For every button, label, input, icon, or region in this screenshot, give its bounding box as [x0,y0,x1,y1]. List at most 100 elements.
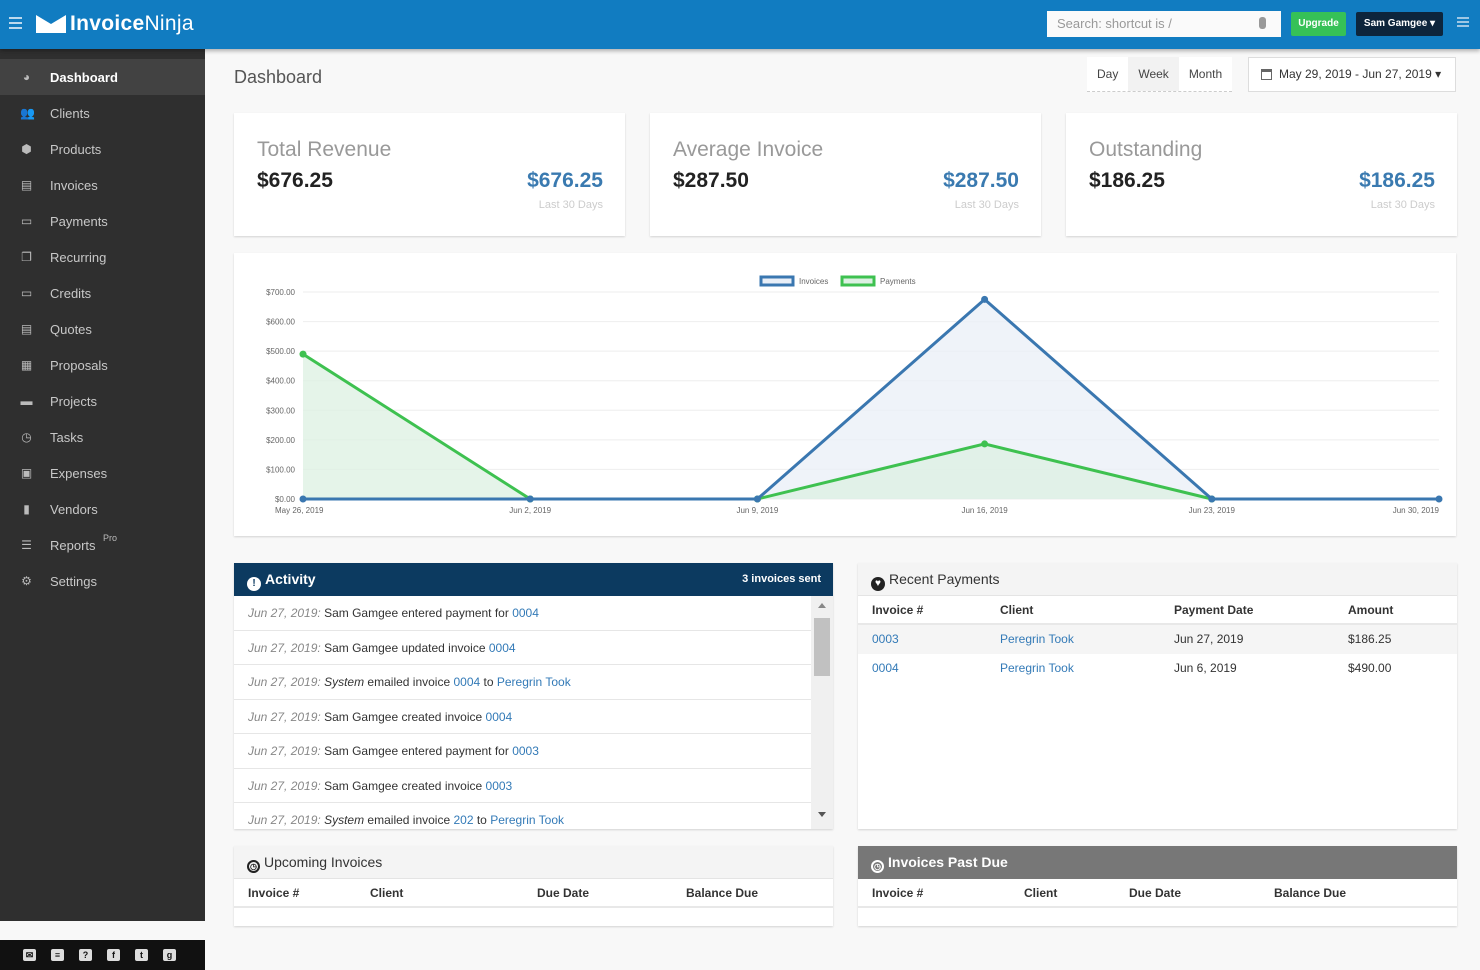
activity-actor: System [324,813,365,827]
sidebar-item-quotes[interactable]: ▤ Quotes [0,311,205,347]
clock-icon: ◷ [871,860,884,873]
range-month-button[interactable]: Month [1179,57,1232,91]
column-header[interactable]: Due Date [1129,886,1181,900]
invoices-past-due-header: ◷ Invoices Past Due [858,846,1457,879]
sidebar-toggle-icon[interactable] [9,17,22,29]
invoice-link[interactable]: 0004 [512,606,539,620]
client-link[interactable]: Peregrin Took [1000,632,1074,646]
pro-badge: Pro [103,533,118,543]
invoices-past-due-panel: ◷ Invoices Past Due Invoice # Client Due … [858,846,1457,926]
column-header[interactable]: Invoice # [248,886,299,900]
client-link[interactable]: Peregrin Took [1000,661,1074,675]
invoice-icon: ▤ [20,178,33,192]
sidebar-item-invoices[interactable]: ▤ Invoices [0,167,205,203]
column-header[interactable]: Client [370,886,403,900]
sidebar-item-label: Recurring [50,249,107,265]
range-week-button[interactable]: Week [1128,57,1179,91]
activity-scrollbar[interactable] [811,596,833,829]
stat-title: Average Invoice [673,138,824,161]
column-header[interactable]: Invoice # [872,603,923,617]
user-menu-button[interactable]: Sam Gamgee ▾ [1356,12,1443,36]
question-icon[interactable]: ? [79,949,92,961]
invoice-link[interactable]: 202 [453,813,473,827]
stat-subtitle: Last 30 Days [538,199,603,211]
column-header[interactable]: Invoice # [872,886,923,900]
clock-icon: ◷ [247,860,260,873]
column-header[interactable]: Amount [1348,603,1393,617]
column-header[interactable]: Client [1000,603,1033,617]
scroll-down-icon[interactable] [818,812,826,817]
invoice-link[interactable]: 0003 [512,744,539,758]
envelope-icon[interactable]: ✉ [23,949,36,961]
range-day-button[interactable]: Day [1087,57,1128,91]
activity-actor: Sam Gamgee [324,606,399,620]
app-logo[interactable]: InvoiceNinja [36,12,194,36]
sidebar-item-clients[interactable]: 👥 Clients [0,95,205,131]
y-tick-label: $0.00 [275,495,296,504]
legend-label: Payments [880,277,916,286]
sidebar-item-expenses[interactable]: ▣ Expenses [0,455,205,491]
client-link[interactable]: Peregrin Took [490,813,564,827]
sidebar-item-proposals[interactable]: ▦ Proposals [0,347,205,383]
sidebar-item-projects[interactable]: ▬ Projects [0,383,205,419]
activity-text: created invoice [398,778,486,793]
payment-amount: $490.00 [1348,661,1392,675]
activity-date: Jun 27, 2019: [248,640,321,655]
column-header[interactable]: Due Date [537,886,589,900]
facebook-icon[interactable]: f [107,949,120,961]
column-header[interactable]: Balance Due [1274,886,1346,900]
microphone-icon[interactable] [1259,17,1266,29]
invoice-link[interactable]: 0004 [489,641,516,655]
sidebar-item-credits[interactable]: ▭ Credits [0,275,205,311]
invoice-link[interactable]: 0003 [486,779,513,793]
sidebar-item-label: Settings [50,573,97,589]
sidebar-item-payments[interactable]: ▭ Payments [0,203,205,239]
date-range-picker[interactable]: May 29, 2019 - Jun 27, 2019 ▾ [1248,57,1456,92]
past-due-table-header: Invoice # Client Due Date Balance Due [858,879,1457,908]
column-header[interactable]: Client [1024,886,1057,900]
twitter-icon[interactable]: t [135,949,148,961]
invoice-link[interactable]: 0004 [872,661,899,675]
invoice-link[interactable]: 0004 [453,675,480,689]
activity-text: updated invoice [398,640,489,655]
sidebar-item-vendors[interactable]: ▮ Vendors [0,491,205,527]
invoice-link[interactable]: 0004 [486,710,513,724]
upcoming-table-header: Invoice # Client Due Date Balance Due [234,879,833,908]
invoice-link[interactable]: 0003 [872,632,899,646]
sidebar-item-products[interactable]: ⬢ Products [0,131,205,167]
logo-envelope-icon [36,15,66,33]
github-icon[interactable]: g [163,949,176,961]
activity-text: emailed invoice [364,813,454,827]
sidebar-item-recurring[interactable]: ❐ Recurring [0,239,205,275]
stat-highlight: $287.50 [943,169,1019,192]
list-icon[interactable]: ≡ [51,949,64,961]
sidebar-item-settings[interactable]: ⚙ Settings [0,563,205,599]
client-link[interactable]: Peregrin Took [497,675,571,689]
sidebar-item-label: Vendors [50,501,98,517]
data-point-invoices [526,495,534,503]
scroll-thumb[interactable] [814,618,830,676]
y-tick-label: $400.00 [266,377,295,386]
data-point-payments [981,440,989,448]
upgrade-button[interactable]: Upgrade [1291,12,1346,36]
activity-actor: Sam Gamgee [324,778,399,793]
stat-card-outstanding: Outstanding $186.25 $186.25 Last 30 Days [1066,113,1457,236]
right-sidebar-toggle-icon[interactable] [1457,17,1469,27]
sidebar-item-dashboard[interactable]: ◕ Dashboard [0,59,205,95]
column-header[interactable]: Payment Date [1174,603,1253,617]
sidebar-footer: ✉ ≡? f t g [0,940,205,970]
calendar-icon [1261,69,1272,80]
sidebar-item-label: Proposals [50,357,108,373]
legend-swatch-invoices [759,275,795,287]
sidebar-item-reports[interactable]: ☰ Reports Pro [0,527,205,563]
y-tick-label: $700.00 [266,288,295,297]
activity-actor: Sam Gamgee [324,709,399,724]
data-point-invoices [1435,495,1443,503]
sidebar-item-tasks[interactable]: ◷ Tasks [0,419,205,455]
stat-subtitle: Last 30 Days [954,199,1019,211]
activity-item: Jun 27, 2019: System emailed invoice 000… [234,665,811,700]
column-header[interactable]: Balance Due [686,886,758,900]
scroll-up-icon[interactable] [818,603,826,608]
search-input[interactable]: Search: shortcut is / [1047,11,1281,37]
range-button-group: Day Week Month [1087,57,1233,92]
